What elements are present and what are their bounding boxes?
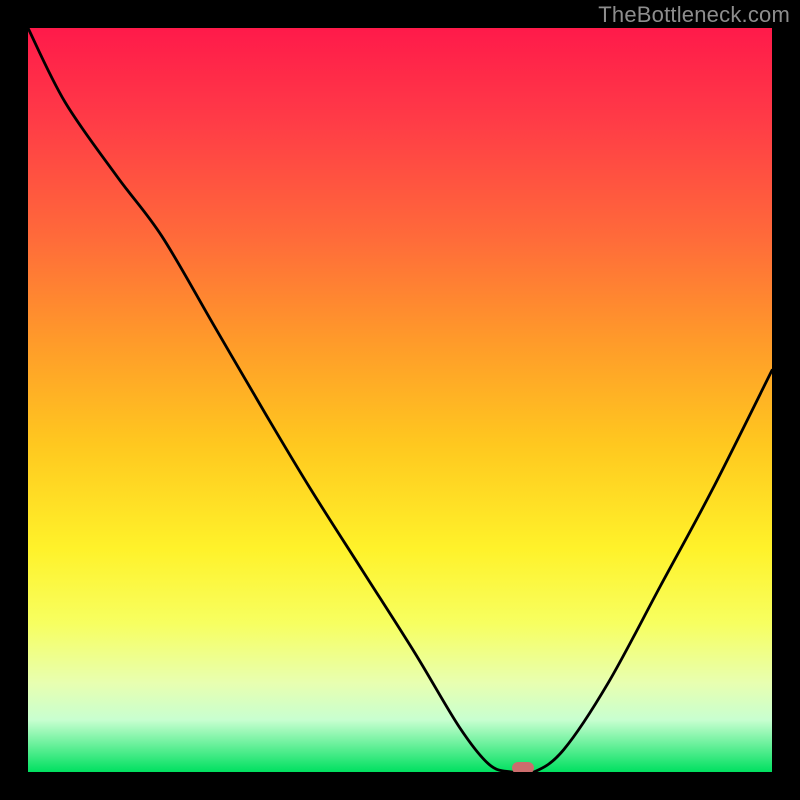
plot-area (28, 28, 772, 772)
bottleneck-curve (28, 28, 772, 772)
chart-frame: TheBottleneck.com (0, 0, 800, 800)
optimal-point-marker (512, 762, 534, 772)
watermark-label: TheBottleneck.com (598, 2, 790, 28)
